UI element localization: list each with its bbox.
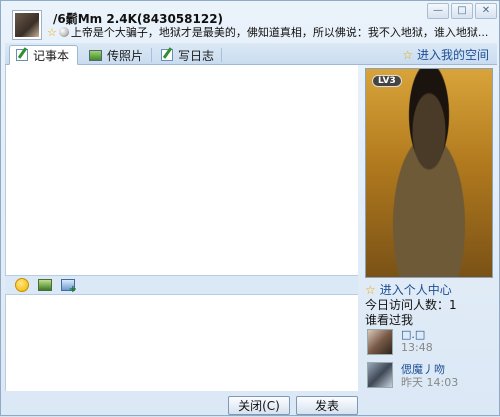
input-toolbar (5, 275, 358, 295)
tab-label: 记事本 (33, 48, 70, 63)
emoticon-icon[interactable] (15, 278, 29, 292)
soccer-ball-icon (58, 27, 69, 37)
notepad-content-area[interactable] (5, 65, 358, 275)
star-icon: ☆ (47, 26, 57, 39)
tab-separator (151, 48, 152, 62)
tab-label: 传照片 (107, 48, 144, 63)
window-controls: — □ ✕ (427, 3, 497, 19)
star-icon: ☆ (365, 282, 376, 297)
maximize-button[interactable]: □ (451, 3, 473, 19)
space-link-label: 进入我的空间 (416, 48, 489, 62)
close-button[interactable]: 关闭(C) (228, 396, 290, 415)
signature-text: 上帝是个大骗子，地狱才是最美的，佛知道真相，所以佛说：我不入地狱，谁入地狱... (70, 26, 489, 39)
signature-line: ☆ 上帝是个大骗子，地狱才是最美的，佛知道真相，所以佛说：我不入地狱，谁入地狱..… (47, 24, 493, 40)
tab-write-diary[interactable]: 写日志 (155, 45, 222, 65)
tab-label: 写日志 (178, 48, 215, 63)
visitor-item[interactable]: 偲魔丿吻 昨天 14:03 (365, 362, 495, 390)
enter-my-space-link[interactable]: ☆ 进入我的空间 (402, 46, 489, 63)
minimize-button[interactable]: — (427, 3, 449, 19)
visitor-item[interactable]: □.□ 13:48 (365, 328, 495, 357)
publish-button[interactable]: 发表 (296, 396, 358, 415)
avatar-image (15, 13, 39, 37)
profile-photo[interactable]: LV3 (365, 68, 493, 278)
insert-image-icon[interactable] (38, 279, 52, 291)
user-avatar[interactable] (12, 10, 42, 40)
tab-upload-photo[interactable]: 传照片 (83, 45, 151, 65)
tab-notepad[interactable]: 记事本 (9, 45, 79, 65)
level-badge: LV3 (372, 75, 402, 87)
notepad-icon (16, 49, 28, 61)
visitor-avatar (367, 329, 393, 355)
message-input[interactable] (5, 295, 358, 391)
visitor-time: 昨天 14:03 (401, 376, 459, 389)
screenshot-icon[interactable] (61, 279, 77, 295)
profile-panel: LV3 ☆ 进入个人中心 今日访问人数：1 谁看过我 □.□ 13:48 偲魔丿… (362, 65, 497, 391)
footer-bar: 关闭(C) 发表 (1, 391, 500, 417)
visitor-time: 13:48 (401, 341, 433, 354)
tab-separator (221, 48, 222, 62)
who-viewed-label: 谁看过我 (365, 313, 414, 327)
photo-icon (89, 49, 102, 61)
qq-zone-window: /6鬎Mm 2.4K(843058122) ☆ 上帝是个大骗子，地狱才是最美的，佛… (0, 0, 500, 416)
visitor-name: □.□ (401, 328, 426, 341)
star-icon: ☆ (402, 47, 413, 62)
close-window-button[interactable]: ✕ (475, 3, 497, 19)
visitor-avatar (367, 362, 393, 388)
tab-bar: 记事本 传照片 写日志 ☆ 进入我的空间 (5, 43, 497, 65)
diary-icon (161, 49, 173, 61)
window-header: /6鬎Mm 2.4K(843058122) ☆ 上帝是个大骗子，地狱才是最美的，佛… (1, 1, 500, 43)
